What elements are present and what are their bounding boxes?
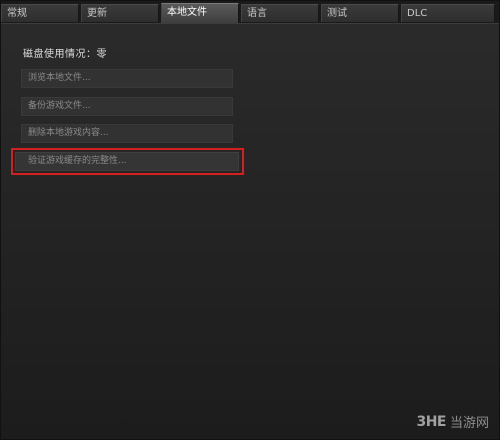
watermark-logo: 3HE [416, 413, 446, 430]
watermark: 3HE 当游网 [416, 412, 489, 432]
tab-language[interactable]: 语言 [241, 4, 319, 22]
tab-bar: 常规 更新 本地文件 语言 测试 DLC [1, 1, 499, 24]
tab-local-files[interactable]: 本地文件 [161, 3, 239, 23]
delete-local-content-button[interactable]: 删除本地游戏内容... [21, 124, 233, 143]
tab-updates[interactable]: 更新 [81, 4, 159, 22]
backup-game-files-button[interactable]: 备份游戏文件... [21, 97, 233, 116]
properties-window: 常规 更新 本地文件 语言 测试 DLC 磁盘使用情况：零 浏览本地文件... … [0, 0, 500, 440]
disk-usage-label: 磁盘使用情况：零 [23, 49, 107, 60]
tab-dlc[interactable]: DLC [401, 4, 495, 22]
verify-integrity-button[interactable]: 验证游戏缓存的完整性... [15, 152, 239, 171]
watermark-text: 当游网 [449, 416, 489, 431]
browse-local-files-button[interactable]: 浏览本地文件... [21, 69, 233, 88]
tab-betas[interactable]: 测试 [321, 4, 399, 22]
tab-general[interactable]: 常规 [1, 4, 79, 22]
